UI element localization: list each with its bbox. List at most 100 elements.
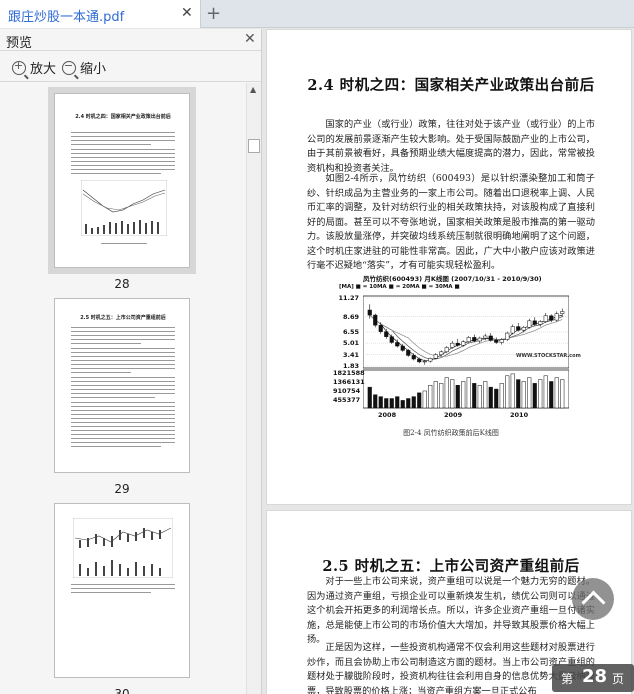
volume-bar bbox=[373, 394, 378, 409]
price-tick-label: 5.01 bbox=[342, 339, 359, 348]
sidebar-title: 预览 bbox=[6, 36, 33, 51]
volume-bar bbox=[538, 379, 543, 409]
scrollbar-thumb[interactable] bbox=[248, 139, 260, 153]
tab-title: 跟庄炒股一本通.pdf bbox=[8, 10, 125, 25]
volume-bar bbox=[527, 377, 532, 409]
candle-body bbox=[433, 354, 438, 359]
volume-tick-label: 1821588 bbox=[333, 369, 365, 377]
candle-body bbox=[549, 315, 554, 321]
candle-body bbox=[400, 345, 405, 351]
candle-body bbox=[499, 339, 504, 343]
thumbnail-list: 2.4 时机之四：国家相关产业政策出台前后 28 2.5 时机之五：上市公司资产… bbox=[0, 83, 246, 694]
candle-body bbox=[494, 340, 499, 343]
section-heading: 2.5 时机之五：上市公司资产重组前后 bbox=[322, 558, 580, 575]
volume-tick-label: 1366131 bbox=[333, 378, 365, 386]
candle-body bbox=[510, 326, 515, 334]
candle-body bbox=[483, 335, 488, 339]
volume-bar bbox=[439, 383, 444, 409]
scroll-up-icon[interactable]: ▲ bbox=[250, 85, 256, 94]
thumbnail-chart bbox=[81, 180, 167, 236]
volume-bar bbox=[516, 379, 521, 409]
page-indicator-prefix: 第 bbox=[561, 672, 574, 686]
candle-body bbox=[472, 337, 477, 342]
candle-body bbox=[543, 315, 548, 322]
candle-body bbox=[428, 358, 433, 362]
volume-panel bbox=[363, 369, 569, 409]
kline-chart: 凤竹纺织(600493) 月K线图 (2007/10/31 - 2010/9/3… bbox=[333, 273, 581, 421]
candle-body bbox=[395, 342, 400, 347]
chart-plot-area bbox=[363, 295, 569, 409]
candle-body bbox=[439, 351, 444, 355]
volume-bar bbox=[477, 385, 482, 409]
volume-bar bbox=[532, 383, 537, 409]
scroll-to-top-button[interactable] bbox=[572, 578, 614, 620]
volume-bar bbox=[494, 388, 499, 409]
document-tab[interactable]: 跟庄炒股一本通.pdf ✕ bbox=[0, 0, 201, 28]
volume-bar bbox=[505, 375, 510, 409]
body-paragraph: 对于一些上市公司来说，资产重组可以说是一个魅力无穷的题材。因为通过资产重组，亏损… bbox=[307, 576, 595, 645]
volume-bar bbox=[554, 377, 559, 409]
page-indicator-number: 28 bbox=[582, 666, 608, 687]
candle-body bbox=[411, 355, 416, 360]
candle-body bbox=[505, 332, 510, 340]
price-tick-label: 11.27 bbox=[338, 294, 359, 302]
zoom-toolbar: + 放大 − 缩小 bbox=[0, 52, 261, 82]
candle-body bbox=[461, 341, 466, 346]
sidebar-header: 预览 ✕ bbox=[0, 29, 261, 51]
volume-bar bbox=[422, 390, 427, 409]
candle-body bbox=[455, 342, 460, 346]
volume-bar bbox=[549, 381, 554, 409]
sidebar-scrollbar[interactable]: ▲ bbox=[246, 83, 261, 694]
chart-watermark: WWW.STOCKSTAR.com bbox=[516, 353, 581, 359]
candle-body bbox=[477, 337, 482, 342]
volume-bar bbox=[488, 386, 493, 409]
volume-bar bbox=[406, 398, 411, 409]
zoom-in-button[interactable]: + 放大 bbox=[12, 58, 57, 77]
candle-body bbox=[538, 321, 543, 325]
volume-bar bbox=[466, 377, 471, 409]
volume-bar bbox=[461, 381, 466, 409]
candle-body bbox=[527, 320, 532, 328]
zoom-out-button[interactable]: − 缩小 bbox=[62, 58, 106, 77]
candle-body bbox=[417, 358, 422, 363]
page-thumbnail-29[interactable]: 2.5 时机之五：上市公司资产重组前后 bbox=[54, 298, 190, 473]
thumbnail-page-number: 28 bbox=[114, 277, 130, 291]
page-indicator[interactable]: 第 28 页 bbox=[552, 664, 634, 692]
thumbnail-page-number: 30 bbox=[114, 687, 130, 694]
page-thumbnail-28[interactable]: 2.4 时机之四：国家相关产业政策出台前后 bbox=[54, 93, 190, 268]
volume-bar bbox=[367, 386, 372, 409]
candle-body bbox=[554, 313, 559, 321]
pdf-reader-window: 跟庄炒股一本通.pdf ✕ + 预览 ✕ + 放大 − 缩小 2.4 时机之四：国家… bbox=[0, 0, 634, 694]
volume-bar bbox=[483, 381, 488, 409]
candle-body bbox=[389, 336, 394, 343]
volume-tick-label: 455377 bbox=[333, 396, 361, 404]
x-tick-label: 2008 bbox=[378, 411, 397, 419]
volume-bar bbox=[455, 385, 460, 409]
volume-bar bbox=[384, 398, 389, 409]
volume-bar bbox=[400, 400, 405, 409]
tab-bar: 跟庄炒股一本通.pdf ✕ + bbox=[0, 0, 634, 28]
section-heading: 2.4 时机之四：国家相关产业政策出台前后 bbox=[307, 77, 595, 94]
page-thumbnail-30[interactable] bbox=[54, 503, 190, 678]
volume-bar bbox=[411, 396, 416, 409]
candle-body bbox=[532, 320, 537, 325]
volume-bar bbox=[521, 381, 526, 409]
volume-bar bbox=[444, 377, 449, 409]
volume-tick-label: 910754 bbox=[333, 387, 361, 395]
close-icon[interactable]: ✕ bbox=[181, 5, 193, 21]
candle-body bbox=[488, 335, 493, 341]
document-page: 2.4 时机之四：国家相关产业政策出台前后 国家的产业（或行业）政策，往往对处于… bbox=[266, 29, 632, 505]
volume-bar bbox=[499, 383, 504, 409]
candle-body bbox=[384, 331, 389, 337]
volume-bar bbox=[395, 396, 400, 409]
zoom-out-icon: − bbox=[62, 59, 76, 75]
x-tick-label: 2010 bbox=[510, 411, 529, 419]
close-icon[interactable]: ✕ bbox=[244, 31, 256, 47]
figure-caption: 图2-4 凤竹纺织政策前后K线图 bbox=[403, 429, 499, 437]
preview-sidebar: 预览 ✕ + 放大 − 缩小 2.4 时机之四：国家相关产业政策出台前后 28 … bbox=[0, 29, 262, 694]
zoom-in-label: 放大 bbox=[30, 62, 57, 77]
body-paragraph: 如图2-4所示，凤竹纺织（600493）是以针织漂染整加工和筒子纱、针织成品为主… bbox=[307, 173, 595, 271]
volume-bar bbox=[428, 385, 433, 409]
plus-icon[interactable]: + bbox=[206, 3, 221, 24]
body-paragraph: 国家的产业（或行业）政策，往往对处于该产业（或行业）的上市公司的发展前景逐渐产生… bbox=[307, 119, 595, 174]
